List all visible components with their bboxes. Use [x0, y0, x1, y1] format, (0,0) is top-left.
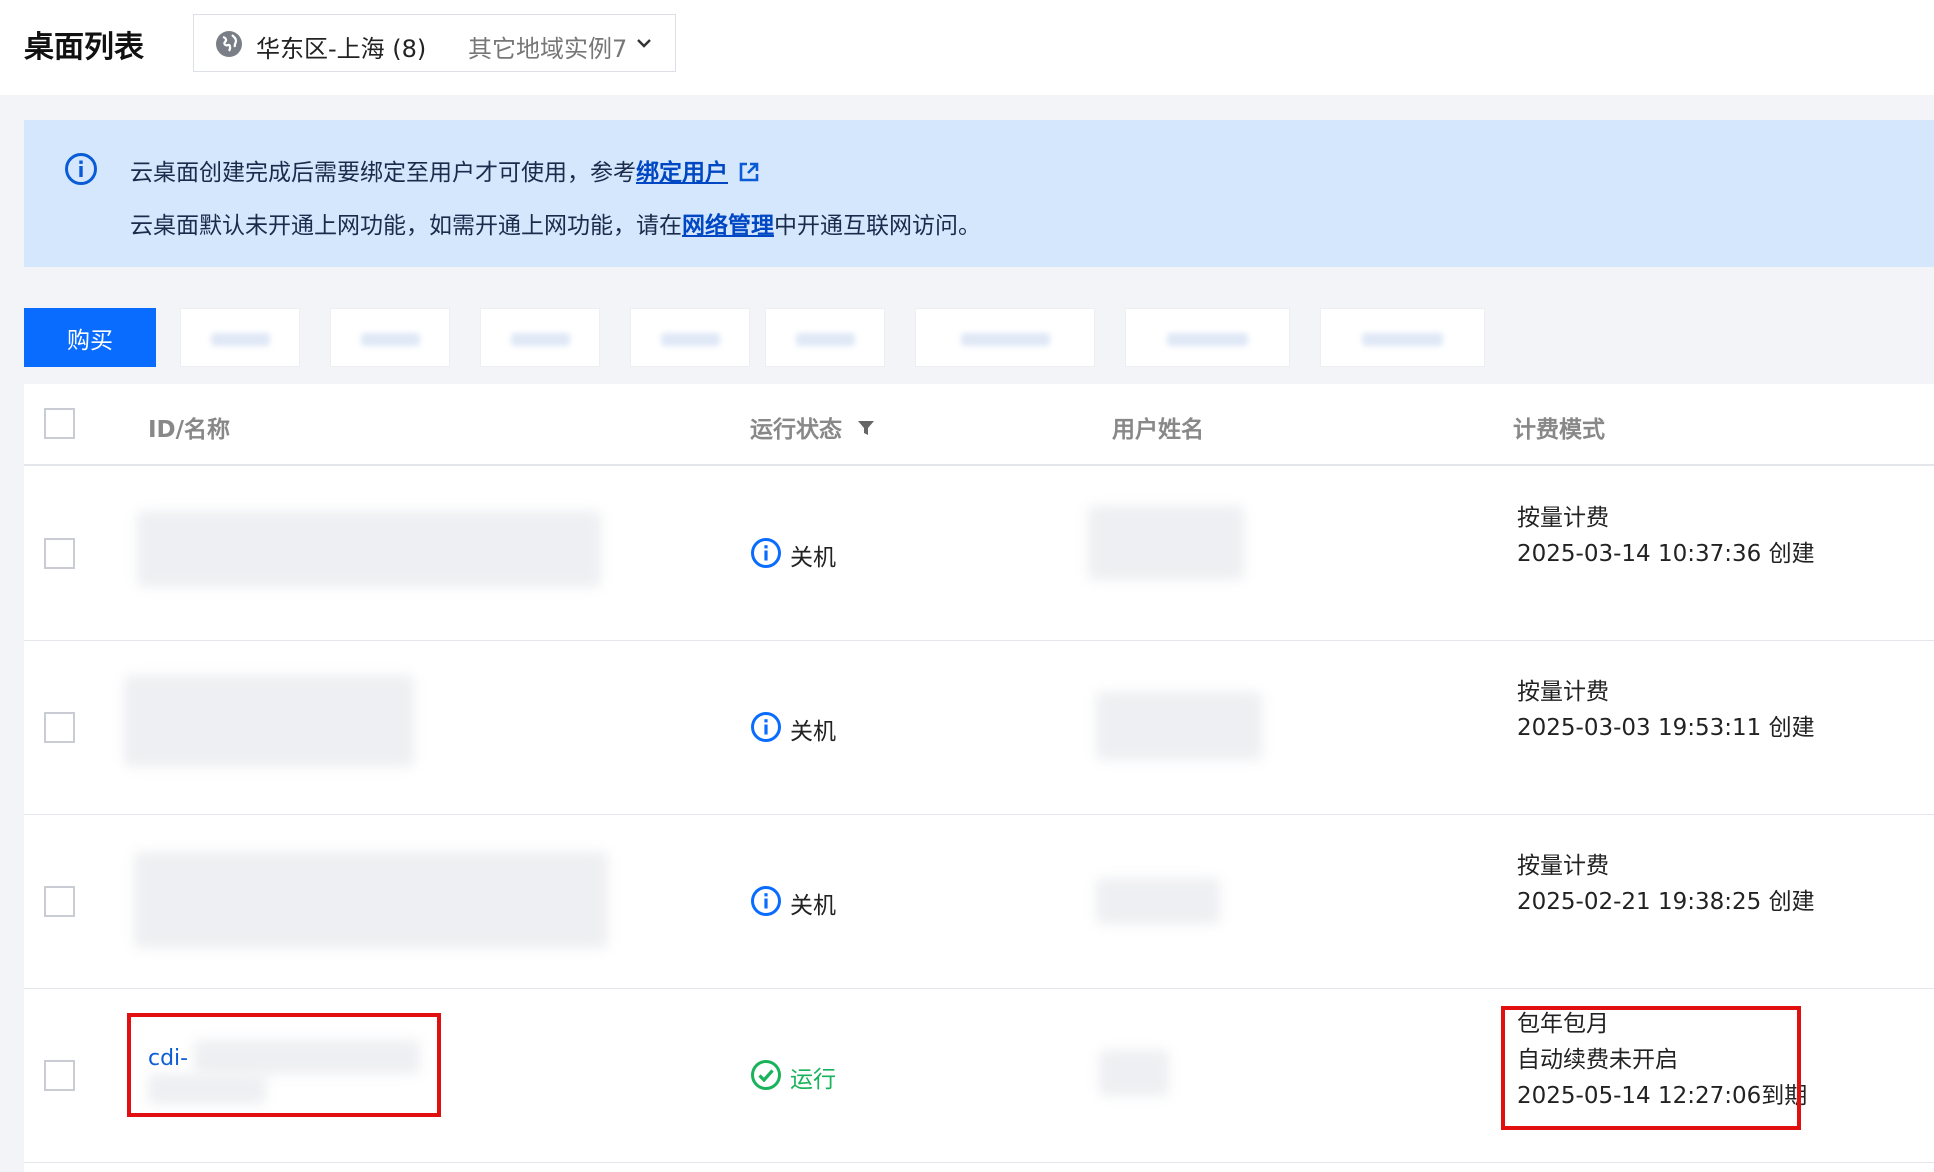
column-header-billing[interactable]: 计费模式 — [1513, 410, 1605, 444]
notice-line-network: 云桌面默认未开通上网功能，如需开通上网功能，请在网络管理中开通互联网访问。 — [130, 206, 981, 240]
network-management-link[interactable]: 网络管理 — [682, 213, 774, 239]
info-notice: 云桌面创建完成后需要绑定至用户才可使用，参考绑定用户 云桌面默认未开通上网功能，… — [24, 120, 1934, 267]
billing-mode: 按量计费 — [1517, 853, 1609, 879]
external-link-icon[interactable] — [738, 161, 760, 183]
billing-info: 按量计费 2025-03-14 10:37:36 创建 — [1517, 500, 1815, 572]
billing-detail: 2025-03-03 19:53:11 创建 — [1517, 715, 1815, 741]
billing-detail: 2025-02-21 19:38:25 创建 — [1517, 889, 1815, 915]
buy-button[interactable]: 购买 — [24, 308, 156, 367]
redacted-user-name — [1096, 878, 1220, 924]
row-checkbox[interactable] — [44, 886, 75, 917]
toolbar-button[interactable] — [1320, 308, 1485, 367]
redacted-id-name — [137, 511, 601, 587]
info-icon — [751, 538, 781, 568]
toolbar-button[interactable] — [180, 308, 300, 367]
status-label: 关机 — [790, 893, 836, 919]
column-header-user-name[interactable]: 用户姓名 — [1112, 410, 1204, 444]
page-title: 桌面列表 — [24, 30, 144, 65]
status-label: 运行 — [790, 1067, 836, 1093]
redacted-id-name — [134, 852, 608, 948]
table-header: ID/名称 运行状态 用户姓名 计费模式 — [24, 384, 1934, 466]
redacted-user-name — [1088, 506, 1244, 580]
table-row[interactable]: 关机 按量计费 2025-03-14 10:37:36 创建 — [24, 466, 1934, 641]
redacted-user-name — [1096, 692, 1262, 760]
region-name: 华东区-上海 (8) — [256, 35, 427, 63]
info-icon — [751, 886, 781, 916]
top-bar: 桌面列表 华东区-上海 (8) 其它地域实例7 — [0, 0, 1934, 95]
toolbar-button[interactable] — [480, 308, 600, 367]
notice-text: 云桌面默认未开通上网功能，如需开通上网功能，请在 — [130, 213, 682, 239]
toolbar-button[interactable] — [630, 308, 750, 367]
highlight-box-id — [127, 1013, 441, 1117]
select-all-checkbox[interactable] — [44, 408, 75, 439]
filter-icon[interactable] — [856, 418, 876, 438]
column-header-id-name[interactable]: ID/名称 — [148, 410, 230, 444]
toolbar-button[interactable] — [1125, 308, 1290, 367]
row-checkbox[interactable] — [44, 1060, 75, 1091]
region-selector[interactable]: 华东区-上海 (8) 其它地域实例7 — [193, 14, 676, 72]
status-label: 关机 — [790, 545, 836, 571]
column-header-status[interactable]: 运行状态 — [750, 410, 876, 444]
row-checkbox[interactable] — [44, 538, 75, 569]
highlight-box-billing — [1501, 1006, 1801, 1130]
table-row[interactable]: cdi- 运行 包年包月 自动续费未开启 2025-05-14 12:27:06… — [24, 988, 1934, 1163]
redacted-user-name — [1099, 1050, 1169, 1096]
table-row[interactable]: 关机 按量计费 2025-03-03 19:53:11 创建 — [24, 640, 1934, 815]
redacted-id-name — [124, 675, 414, 767]
notice-text: 中开通互联网访问。 — [774, 213, 981, 239]
billing-detail: 2025-03-14 10:37:36 创建 — [1517, 541, 1815, 567]
notice-text: 云桌面创建完成后需要绑定至用户才可使用，参考 — [130, 160, 636, 186]
info-icon — [751, 712, 781, 742]
chevron-down-icon — [637, 39, 651, 48]
desktop-table: ID/名称 运行状态 用户姓名 计费模式 关机 按量计费 2025-03-14 … — [24, 384, 1934, 1172]
check-circle-icon — [751, 1060, 781, 1090]
other-regions-label: 其它地域实例7 — [468, 35, 628, 63]
billing-mode: 按量计费 — [1517, 679, 1609, 705]
column-header-status-label: 运行状态 — [750, 417, 842, 443]
billing-mode: 按量计费 — [1517, 505, 1609, 531]
globe-icon — [216, 31, 242, 57]
status-label: 关机 — [790, 719, 836, 745]
toolbar-button[interactable] — [915, 308, 1095, 367]
billing-info: 按量计费 2025-03-03 19:53:11 创建 — [1517, 674, 1815, 746]
notice-line-bind-user: 云桌面创建完成后需要绑定至用户才可使用，参考绑定用户 — [130, 153, 760, 187]
toolbar-button[interactable] — [330, 308, 450, 367]
bind-user-link[interactable]: 绑定用户 — [636, 160, 728, 186]
table-row[interactable]: 关机 按量计费 2025-02-21 19:38:25 创建 — [24, 814, 1934, 989]
row-checkbox[interactable] — [44, 712, 75, 743]
toolbar-button[interactable] — [765, 308, 885, 367]
billing-info: 按量计费 2025-02-21 19:38:25 创建 — [1517, 848, 1815, 920]
info-icon — [65, 153, 97, 185]
